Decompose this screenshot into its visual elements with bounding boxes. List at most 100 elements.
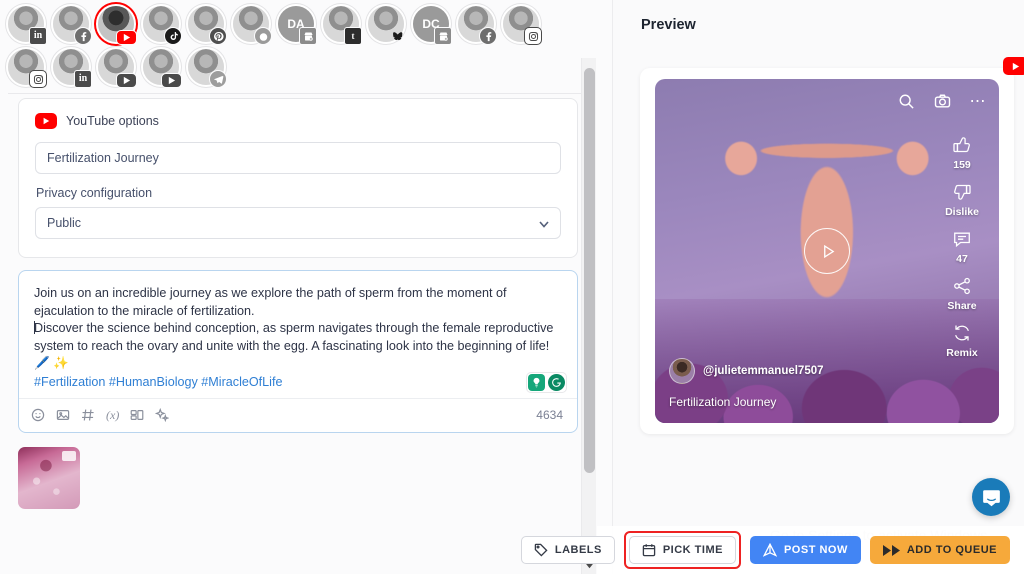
attached-media-row xyxy=(18,447,578,509)
editor-paragraph-2: Discover the science behind conception, … xyxy=(34,320,561,373)
preview-pane: Preview ⋯ xyxy=(613,0,1024,574)
account-row-2: in xyxy=(6,47,590,87)
account-pinterest-1[interactable] xyxy=(186,4,226,44)
tiktok-icon xyxy=(164,27,182,45)
account-telegram-1[interactable] xyxy=(186,47,226,87)
emoji-icon[interactable] xyxy=(31,408,45,422)
account-bluesky-1[interactable] xyxy=(366,4,406,44)
video-author[interactable]: @julietemmanuel7507 xyxy=(669,358,824,384)
preview-title: Preview xyxy=(641,17,696,33)
account-youtube-1[interactable] xyxy=(96,4,136,44)
youtube-options-header: YouTube options xyxy=(35,113,561,129)
composer-scrollbar[interactable] xyxy=(581,58,596,574)
pinterest-icon xyxy=(209,27,227,45)
account-linkedin-2[interactable]: in xyxy=(51,47,91,87)
labels-button-label: LABELS xyxy=(555,544,602,556)
send-icon xyxy=(763,543,777,557)
thumbnail-badge-icon xyxy=(62,451,76,461)
like-count: 159 xyxy=(953,159,971,171)
post-text-editor[interactable]: Join us on an incredible journey as we e… xyxy=(19,271,577,398)
composer-pane: in DA t DC in YouTube options Privacy confi… xyxy=(0,0,596,574)
account-tumblr-1[interactable]: t xyxy=(321,4,361,44)
account-instagram-1[interactable] xyxy=(501,4,541,44)
labels-button[interactable]: LABELS xyxy=(521,536,615,564)
comment-button[interactable]: 47 xyxy=(952,229,972,265)
linkedin-icon: in xyxy=(29,27,47,45)
youtube-icon xyxy=(116,30,137,45)
video-preview[interactable]: ⋯ 159 Dislike 47 xyxy=(655,79,999,423)
youtube-title-input[interactable] xyxy=(35,142,561,174)
dislike-button[interactable]: Dislike xyxy=(945,182,979,218)
editor-tool-icons: (x) xyxy=(31,408,169,422)
account-gbp-2[interactable]: DC xyxy=(411,4,451,44)
video-action-rail: 159 Dislike 47 Share xyxy=(935,135,989,368)
like-button[interactable]: 159 xyxy=(952,135,972,171)
fast-forward-icon xyxy=(883,545,900,556)
grammarly-widget[interactable] xyxy=(527,373,566,392)
share-label: Share xyxy=(947,300,976,312)
account-row-1: in DA t DC xyxy=(6,4,590,44)
privacy-select[interactable] xyxy=(35,207,561,239)
ai-sparkle-icon[interactable] xyxy=(155,408,169,422)
composer-action-bar: LABELS PICK TIME POST NOW ADD TO QUEUE xyxy=(597,526,1024,574)
template-icon[interactable] xyxy=(130,408,144,422)
attached-media-thumbnail[interactable] xyxy=(18,447,80,509)
account-facebook-2[interactable] xyxy=(456,4,496,44)
youtube-icon xyxy=(116,73,137,88)
account-instagram-2[interactable] xyxy=(6,47,46,87)
privacy-configuration-label: Privacy configuration xyxy=(36,186,561,200)
post-composer-app: in DA t DC in YouTube options Privacy confi… xyxy=(0,0,1024,574)
instagram-icon xyxy=(29,70,47,88)
youtube-icon xyxy=(35,113,57,129)
author-handle: @julietemmanuel7507 xyxy=(703,365,824,377)
editor-paragraph-2-text: Discover the science behind conception, … xyxy=(34,321,557,370)
reddit-icon xyxy=(254,27,272,45)
avatar xyxy=(669,358,695,384)
add-to-queue-button-label: ADD TO QUEUE xyxy=(907,544,997,556)
telegram-icon xyxy=(209,70,227,88)
youtube-icon xyxy=(1003,57,1024,75)
youtube-options-card: YouTube options Privacy configuration xyxy=(18,98,578,258)
add-to-queue-button[interactable]: ADD TO QUEUE xyxy=(870,536,1010,564)
youtube-options-label: YouTube options xyxy=(66,114,159,128)
account-youtube-2[interactable] xyxy=(96,47,136,87)
account-reddit-1[interactable] xyxy=(231,4,271,44)
image-icon[interactable] xyxy=(56,408,70,422)
camera-icon[interactable] xyxy=(934,93,951,110)
hashtag-icon[interactable] xyxy=(81,408,95,422)
variable-icon[interactable]: (x) xyxy=(106,409,119,421)
gbp-icon xyxy=(299,27,317,45)
instagram-icon xyxy=(524,27,542,45)
scrollbar-thumb[interactable] xyxy=(584,68,595,473)
share-button[interactable]: Share xyxy=(947,276,976,312)
tag-icon xyxy=(534,543,548,557)
composer-scroll-area: YouTube options Privacy configuration Jo… xyxy=(0,90,596,574)
editor-toolbar: (x) 4634 xyxy=(19,398,577,432)
grammarly-logo-icon[interactable] xyxy=(548,374,565,391)
dislike-label: Dislike xyxy=(945,206,979,218)
remix-button[interactable]: Remix xyxy=(946,323,978,359)
video-top-controls: ⋯ xyxy=(898,93,988,110)
youtube-icon xyxy=(161,73,182,88)
lightbulb-icon[interactable] xyxy=(528,374,545,391)
pick-time-button-label: PICK TIME xyxy=(663,544,723,556)
account-youtube-3[interactable] xyxy=(141,47,181,87)
post-text-editor-card: Join us on an incredible journey as we e… xyxy=(18,270,578,433)
play-icon[interactable] xyxy=(804,228,850,274)
privacy-select-wrapper xyxy=(35,207,561,239)
account-gbp-1[interactable]: DA xyxy=(276,4,316,44)
gbp-icon xyxy=(434,27,452,45)
video-caption: Fertilization Journey xyxy=(669,395,824,409)
pick-time-button[interactable]: PICK TIME xyxy=(629,536,736,564)
more-options-icon[interactable]: ⋯ xyxy=(970,94,988,110)
account-tiktok-1[interactable] xyxy=(141,4,181,44)
search-icon[interactable] xyxy=(898,93,915,110)
intercom-chat-icon[interactable] xyxy=(972,478,1010,516)
tumblr-icon: t xyxy=(344,27,362,45)
account-linkedin-1[interactable]: in xyxy=(6,4,46,44)
post-now-button[interactable]: POST NOW xyxy=(750,536,861,564)
editor-hashtags: #Fertilization #HumanBiology #MiracleOfL… xyxy=(34,374,561,392)
character-count: 4634 xyxy=(536,408,563,422)
facebook-icon xyxy=(74,27,92,45)
account-facebook-1[interactable] xyxy=(51,4,91,44)
